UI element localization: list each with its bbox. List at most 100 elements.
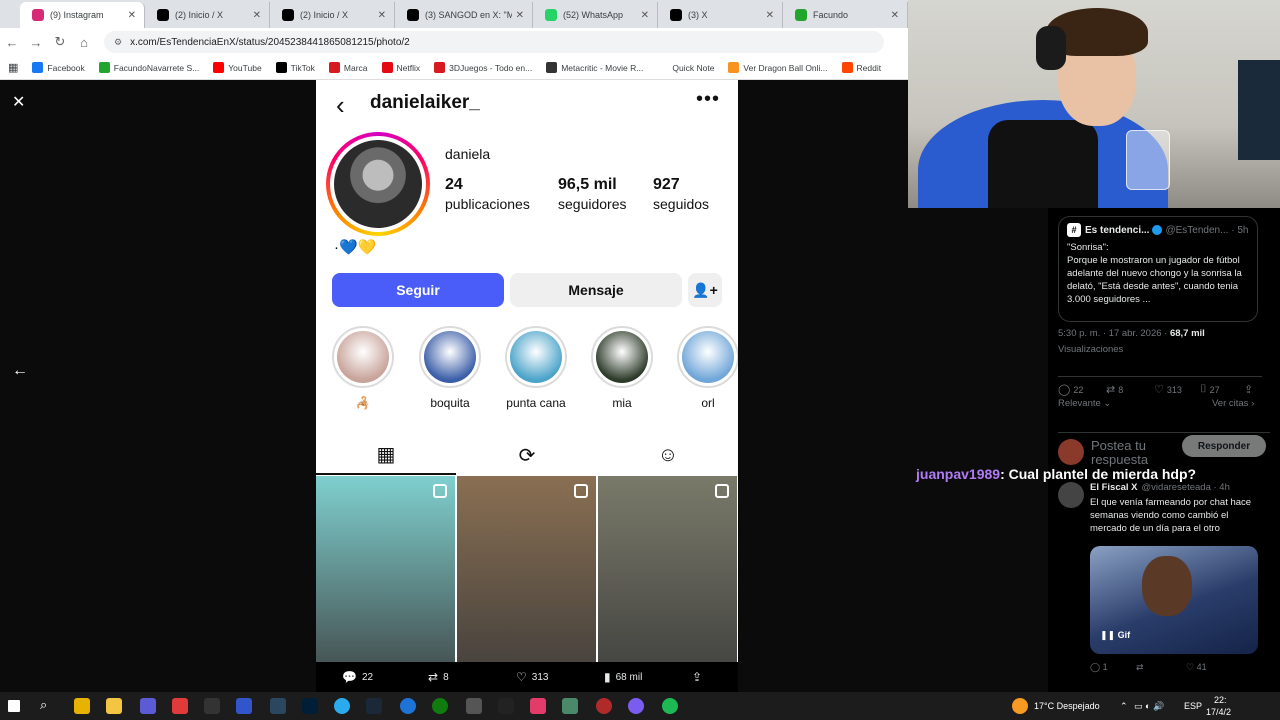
tab-title: (9) Instagram <box>50 10 104 20</box>
browser-tab[interactable]: (2) Inicio / X ✕ <box>270 2 395 28</box>
close-tab-icon[interactable]: ✕ <box>128 10 136 21</box>
browser-address-row: ← → ↻ ⌂ ⚙ x.com/EsTendenciaEnX/status/20… <box>0 28 908 56</box>
forward-button[interactable]: → <box>24 35 48 50</box>
ig-posts-label: publicaciones <box>445 196 530 212</box>
bookmark-item[interactable]: TikTok <box>275 62 315 73</box>
bookmark-item[interactable]: Reddit <box>841 62 881 73</box>
ver-citas-link[interactable]: Ver citas › <box>1212 398 1254 409</box>
file-explorer-icon[interactable] <box>106 698 122 714</box>
bookmark-item[interactable]: FacundoNavarrete S... <box>98 62 199 73</box>
panel-repost-action[interactable]: ⇄ 8 <box>1106 383 1123 396</box>
comment-stats: ◯ 1 ⇄ ♡ 41 <box>1090 662 1270 674</box>
tweet-views-label: Visualizaciones <box>1058 344 1124 355</box>
epic-games-icon[interactable] <box>204 698 220 714</box>
spotify-icon[interactable] <box>662 698 678 714</box>
steam-icon[interactable] <box>270 698 286 714</box>
tray-chevron-icon[interactable]: ⌃ <box>1120 701 1128 712</box>
instagram-profile-screenshot: ‹ danielaiker_ ••• daniela 24 publicacio… <box>316 80 738 662</box>
reply-submit-button[interactable]: Responder <box>1182 435 1266 457</box>
share-icon[interactable]: ⇪ <box>692 670 707 684</box>
search-icon[interactable]: ⌕ <box>40 697 56 713</box>
battlenet-icon[interactable] <box>400 698 416 714</box>
bookmark-item[interactable]: Marca <box>328 62 368 73</box>
sort-relevante-dropdown[interactable]: Relevante ⌄ <box>1058 398 1111 409</box>
discord-icon[interactable] <box>140 698 156 714</box>
ig-followers-stat: 96,5 mil seguidores <box>558 176 627 212</box>
telegram-icon[interactable] <box>334 698 350 714</box>
bookmark-label: Ver Dragon Ball Onli... <box>743 62 828 73</box>
reply-action[interactable]: 💬 22 <box>342 670 373 684</box>
comment-like-action[interactable]: ♡ 41 <box>1186 662 1207 673</box>
quoted-tweet[interactable]: # Es tendenci... @EsTenden... · 5h "Sonr… <box>1058 216 1258 322</box>
gif-badge: ❚❚ Gif <box>1100 630 1131 640</box>
close-tab-icon[interactable]: ✕ <box>891 10 899 21</box>
bookmark-icon: ⌷ <box>1200 383 1207 395</box>
xbox-icon[interactable] <box>432 698 448 714</box>
browser-tab[interactable]: (2) Inicio / X ✕ <box>145 2 270 28</box>
panel-share-icon[interactable]: ⇪ <box>1244 383 1256 396</box>
language-indicator[interactable]: ESP <box>1184 701 1202 711</box>
browser-tab[interactable]: (9) Instagram ✕ <box>20 2 145 28</box>
weather-temp: 17°C <box>1034 701 1055 711</box>
app-icon[interactable] <box>628 698 644 714</box>
close-tab-icon[interactable]: ✕ <box>253 10 261 21</box>
home-button[interactable]: ⌂ <box>72 35 96 50</box>
ig-username: danielaiker_ <box>370 92 480 113</box>
address-bar[interactable]: ⚙ x.com/EsTendenciaEnX/status/2045238441… <box>104 31 884 53</box>
comment-reply-action[interactable]: ◯ 1 <box>1090 662 1108 673</box>
close-tab-icon[interactable]: ✕ <box>641 10 649 21</box>
close-tab-icon[interactable]: ✕ <box>516 10 524 21</box>
app-icon[interactable] <box>562 698 578 714</box>
browser-tab[interactable]: Facundo ✕ <box>783 2 908 28</box>
photoshop-icon[interactable] <box>302 698 318 714</box>
clock-date[interactable]: 17/4/2 <box>1206 707 1231 717</box>
obs-icon[interactable] <box>596 698 612 714</box>
panel-bookmark-action[interactable]: ⌷ 27 <box>1200 383 1220 396</box>
bookmark-item[interactable]: Ver Dragon Ball Onli... <box>728 62 828 73</box>
app-icon[interactable] <box>498 698 514 714</box>
app-icon[interactable] <box>466 698 482 714</box>
weather-icon[interactable] <box>1012 698 1028 714</box>
steam-alt-icon[interactable] <box>366 698 382 714</box>
site-info-icon[interactable]: ⚙ <box>114 37 122 48</box>
close-tab-icon[interactable]: ✕ <box>766 10 774 21</box>
views-action[interactable]: ▮ 68 mil <box>604 670 642 684</box>
webcam-overlay <box>908 0 1280 208</box>
ig-story-highlight: 🦂 <box>330 326 396 410</box>
chrome-icon[interactable] <box>74 698 90 714</box>
panel-reply-action[interactable]: ◯ 22 <box>1058 383 1083 396</box>
close-tab-icon[interactable]: ✕ <box>378 10 386 21</box>
ig-story-highlight: boquita <box>417 326 483 410</box>
reload-button[interactable]: ↻ <box>48 34 72 50</box>
close-icon[interactable]: ✕ <box>12 92 25 112</box>
bookmark-item[interactable]: Metacritic - Movie R... <box>546 62 643 73</box>
panel-like-action[interactable]: ♡ 313 <box>1154 383 1182 396</box>
tiktok-icon[interactable] <box>530 698 546 714</box>
tweet-time-text: 5:30 p. m. · 17 abr. 2026 · <box>1058 328 1168 339</box>
weather-widget[interactable]: 17°C Despejado <box>1034 701 1100 711</box>
comment-repost-icon[interactable]: ⇄ <box>1136 662 1144 673</box>
tray-icons[interactable]: ▭ ◐ 🔊 <box>1134 701 1164 712</box>
bookmark-item[interactable]: Facebook <box>32 62 85 73</box>
apps-icon[interactable]: ▦ <box>8 61 18 74</box>
browser-tab[interactable]: (3) SANGOD en X: "Mi far ✕ <box>395 2 533 28</box>
bookmark-label: Quick Note <box>672 62 715 73</box>
back-button[interactable]: ← <box>0 35 24 50</box>
bookmark-item[interactable]: Quick Note <box>657 62 714 73</box>
bookmark-item[interactable]: YouTube <box>213 62 262 73</box>
reply-input[interactable]: Postea tu respuesta <box>1091 439 1171 467</box>
repost-action[interactable]: ⇄ 8 <box>428 670 449 684</box>
like-action[interactable]: ♡ 313 <box>516 670 548 684</box>
windows-start-icon[interactable] <box>8 700 20 712</box>
clock-time[interactable]: 22: <box>1214 695 1227 705</box>
ea-icon[interactable] <box>236 698 252 714</box>
browser-tab[interactable]: (52) WhatsApp ✕ <box>533 2 658 28</box>
bookmark-item[interactable]: Netflix <box>381 62 420 73</box>
comment-gif[interactable]: ❚❚ Gif <box>1090 546 1258 654</box>
bookmark-item[interactable]: 3DJuegos - Todo en... <box>434 62 532 73</box>
app-icon[interactable] <box>172 698 188 714</box>
browser-tab[interactable]: (3) X ✕ <box>658 2 783 28</box>
tab-title: (3) X <box>688 10 708 20</box>
gif-person <box>1142 556 1192 616</box>
previous-photo-arrow-icon[interactable]: ← <box>12 362 28 380</box>
